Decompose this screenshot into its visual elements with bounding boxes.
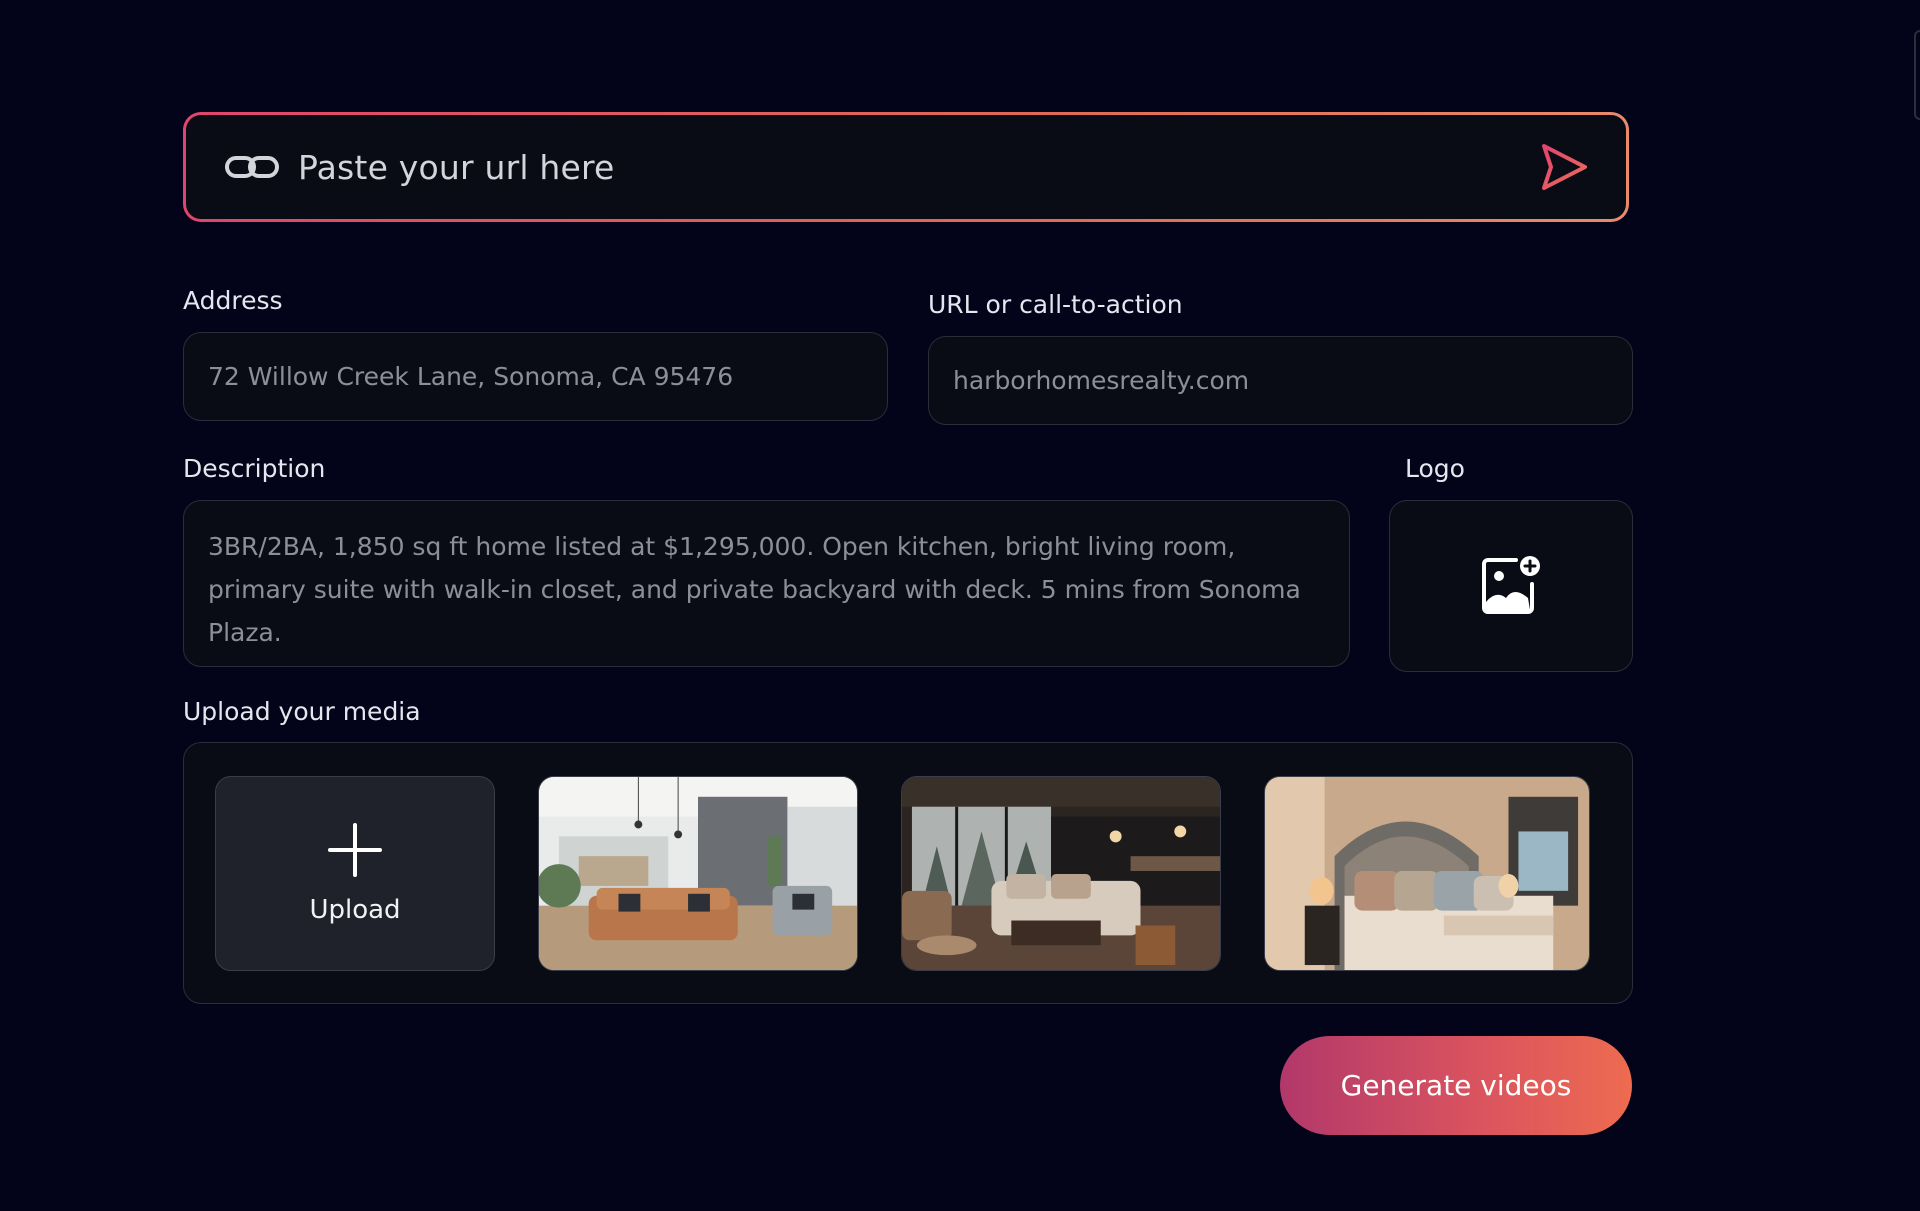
generate-videos-button[interactable]: Generate videos — [1280, 1036, 1632, 1135]
media-panel: Upload — [183, 742, 1633, 1004]
url-input-container[interactable]: Paste your url here — [183, 112, 1629, 222]
logo-upload-button[interactable] — [1389, 500, 1633, 672]
url-placeholder[interactable]: Paste your url here — [298, 148, 1538, 187]
description-label: Description — [183, 454, 326, 483]
media-label: Upload your media — [183, 697, 421, 726]
url-input-field[interactable]: Paste your url here — [186, 115, 1626, 219]
send-icon[interactable] — [1538, 141, 1590, 193]
upload-button[interactable]: Upload — [215, 776, 495, 971]
address-field[interactable]: 72 Willow Creek Lane, Sonoma, CA 95476 — [183, 332, 888, 421]
cta-label: URL or call-to-action — [928, 290, 1183, 319]
living-room-photo[interactable] — [538, 776, 858, 971]
logo-label: Logo — [1405, 454, 1465, 483]
bedroom-photo[interactable] — [1264, 776, 1590, 971]
address-label: Address — [183, 286, 283, 315]
cta-field[interactable]: harborhomesrealty.com — [928, 336, 1633, 425]
link-icon — [225, 156, 279, 178]
upload-label: Upload — [309, 894, 401, 925]
add-image-icon — [1482, 556, 1540, 614]
plus-icon — [328, 822, 382, 877]
video-generator-form: Paste your url here Address 72 Willow Cr… — [0, 0, 1920, 1211]
edge-scroll-handle[interactable] — [1914, 30, 1920, 120]
open-plan-living-photo[interactable] — [901, 776, 1221, 971]
description-field[interactable]: 3BR/2BA, 1,850 sq ft home listed at $1,2… — [183, 500, 1350, 667]
